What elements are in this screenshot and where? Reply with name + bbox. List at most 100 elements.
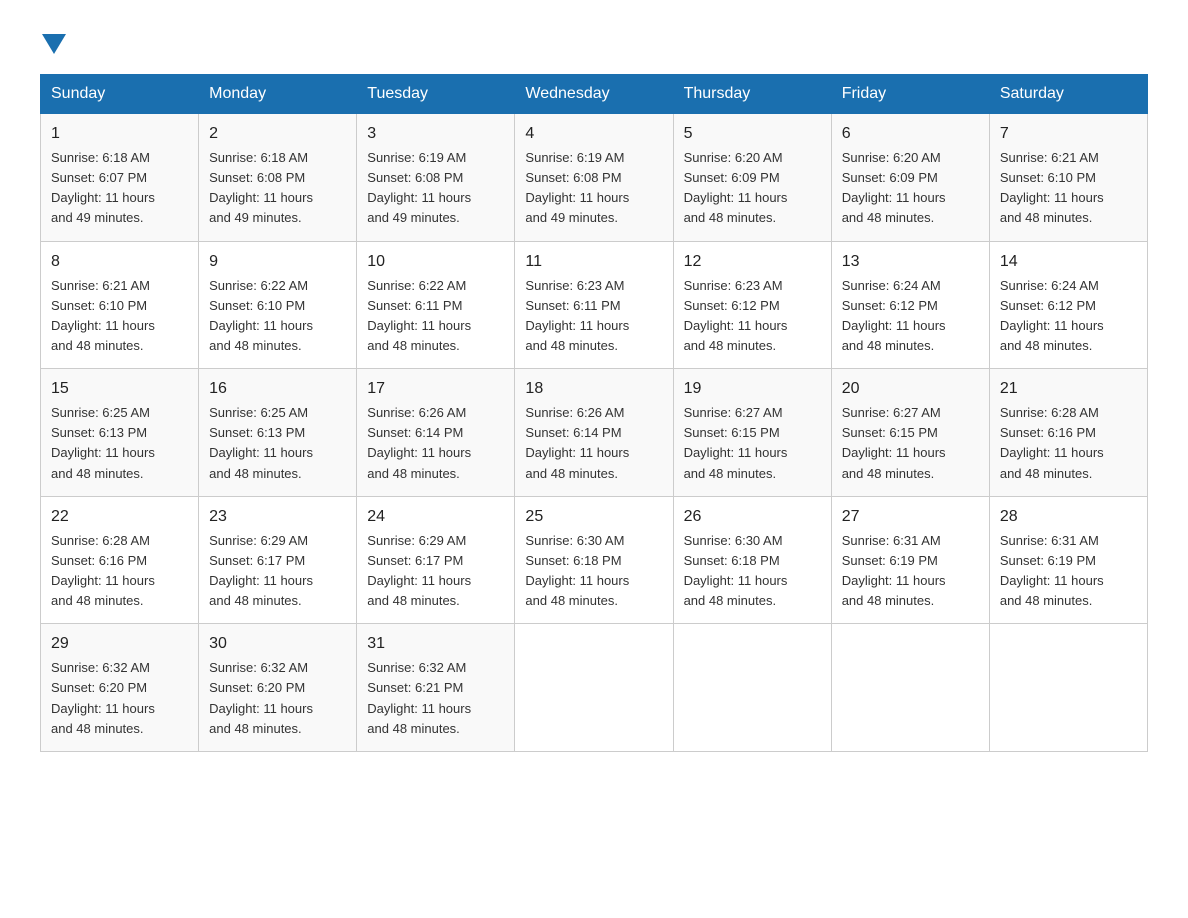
header-friday: Friday — [831, 75, 989, 114]
week-row-5: 29 Sunrise: 6:32 AMSunset: 6:20 PMDayligh… — [41, 624, 1148, 752]
day-info: Sunrise: 6:20 AMSunset: 6:09 PMDaylight:… — [684, 150, 788, 225]
day-number: 2 — [209, 122, 346, 146]
day-number: 26 — [684, 505, 821, 529]
day-info: Sunrise: 6:25 AMSunset: 6:13 PMDaylight:… — [209, 405, 313, 480]
calendar-cell: 22 Sunrise: 6:28 AMSunset: 6:16 PMDayligh… — [41, 496, 199, 624]
calendar-cell: 2 Sunrise: 6:18 AMSunset: 6:08 PMDaylight… — [199, 114, 357, 242]
header-saturday: Saturday — [989, 75, 1147, 114]
calendar-cell: 12 Sunrise: 6:23 AMSunset: 6:12 PMDayligh… — [673, 241, 831, 369]
day-info: Sunrise: 6:22 AMSunset: 6:10 PMDaylight:… — [209, 278, 313, 353]
day-info: Sunrise: 6:23 AMSunset: 6:12 PMDaylight:… — [684, 278, 788, 353]
day-number: 29 — [51, 632, 188, 656]
calendar-cell: 15 Sunrise: 6:25 AMSunset: 6:13 PMDayligh… — [41, 369, 199, 497]
calendar-cell: 18 Sunrise: 6:26 AMSunset: 6:14 PMDayligh… — [515, 369, 673, 497]
week-row-4: 22 Sunrise: 6:28 AMSunset: 6:16 PMDayligh… — [41, 496, 1148, 624]
day-info: Sunrise: 6:27 AMSunset: 6:15 PMDaylight:… — [684, 405, 788, 480]
day-info: Sunrise: 6:19 AMSunset: 6:08 PMDaylight:… — [367, 150, 471, 225]
calendar-cell — [989, 624, 1147, 752]
day-number: 7 — [1000, 122, 1137, 146]
calendar-cell: 28 Sunrise: 6:31 AMSunset: 6:19 PMDayligh… — [989, 496, 1147, 624]
calendar-cell: 1 Sunrise: 6:18 AMSunset: 6:07 PMDaylight… — [41, 114, 199, 242]
day-info: Sunrise: 6:28 AMSunset: 6:16 PMDaylight:… — [51, 533, 155, 608]
day-number: 3 — [367, 122, 504, 146]
calendar-cell: 9 Sunrise: 6:22 AMSunset: 6:10 PMDaylight… — [199, 241, 357, 369]
calendar-cell: 8Sunrise: 6:21 AMSunset: 6:10 PMDaylight… — [41, 241, 199, 369]
week-row-2: 8Sunrise: 6:21 AMSunset: 6:10 PMDaylight… — [41, 241, 1148, 369]
day-number: 12 — [684, 250, 821, 274]
day-info: Sunrise: 6:18 AMSunset: 6:07 PMDaylight:… — [51, 150, 155, 225]
day-info: Sunrise: 6:32 AMSunset: 6:20 PMDaylight:… — [51, 660, 155, 735]
header-row: SundayMondayTuesdayWednesdayThursdayFrid… — [41, 75, 1148, 114]
day-number: 5 — [684, 122, 821, 146]
calendar-cell: 29 Sunrise: 6:32 AMSunset: 6:20 PMDayligh… — [41, 624, 199, 752]
day-info: Sunrise: 6:31 AMSunset: 6:19 PMDaylight:… — [1000, 533, 1104, 608]
day-info: Sunrise: 6:30 AMSunset: 6:18 PMDaylight:… — [525, 533, 629, 608]
day-number: 16 — [209, 377, 346, 401]
calendar-table: SundayMondayTuesdayWednesdayThursdayFrid… — [40, 74, 1148, 752]
calendar-cell — [515, 624, 673, 752]
calendar-cell: 5 Sunrise: 6:20 AMSunset: 6:09 PMDaylight… — [673, 114, 831, 242]
day-info: Sunrise: 6:19 AMSunset: 6:08 PMDaylight:… — [525, 150, 629, 225]
day-info: Sunrise: 6:32 AMSunset: 6:20 PMDaylight:… — [209, 660, 313, 735]
day-number: 17 — [367, 377, 504, 401]
header-tuesday: Tuesday — [357, 75, 515, 114]
day-number: 27 — [842, 505, 979, 529]
calendar-cell: 10 Sunrise: 6:22 AMSunset: 6:11 PMDayligh… — [357, 241, 515, 369]
day-info: Sunrise: 6:25 AMSunset: 6:13 PMDaylight:… — [51, 405, 155, 480]
calendar-cell: 21Sunrise: 6:28 AMSunset: 6:16 PMDayligh… — [989, 369, 1147, 497]
header-thursday: Thursday — [673, 75, 831, 114]
day-number: 9 — [209, 250, 346, 274]
header-monday: Monday — [199, 75, 357, 114]
day-info: Sunrise: 6:26 AMSunset: 6:14 PMDaylight:… — [367, 405, 471, 480]
calendar-cell: 25Sunrise: 6:30 AMSunset: 6:18 PMDayligh… — [515, 496, 673, 624]
day-number: 10 — [367, 250, 504, 274]
day-info: Sunrise: 6:29 AMSunset: 6:17 PMDaylight:… — [367, 533, 471, 608]
calendar-cell: 26 Sunrise: 6:30 AMSunset: 6:18 PMDayligh… — [673, 496, 831, 624]
day-info: Sunrise: 6:27 AMSunset: 6:15 PMDaylight:… — [842, 405, 946, 480]
day-number: 1 — [51, 122, 188, 146]
day-info: Sunrise: 6:18 AMSunset: 6:08 PMDaylight:… — [209, 150, 313, 225]
day-info: Sunrise: 6:23 AMSunset: 6:11 PMDaylight:… — [525, 278, 629, 353]
day-info: Sunrise: 6:20 AMSunset: 6:09 PMDaylight:… — [842, 150, 946, 225]
header-wednesday: Wednesday — [515, 75, 673, 114]
day-info: Sunrise: 6:24 AMSunset: 6:12 PMDaylight:… — [842, 278, 946, 353]
calendar-cell: 27 Sunrise: 6:31 AMSunset: 6:19 PMDayligh… — [831, 496, 989, 624]
day-info: Sunrise: 6:28 AMSunset: 6:16 PMDaylight:… — [1000, 405, 1104, 480]
calendar-cell: 19Sunrise: 6:27 AMSunset: 6:15 PMDayligh… — [673, 369, 831, 497]
day-info: Sunrise: 6:22 AMSunset: 6:11 PMDaylight:… — [367, 278, 471, 353]
day-number: 15 — [51, 377, 188, 401]
week-row-1: 1 Sunrise: 6:18 AMSunset: 6:07 PMDaylight… — [41, 114, 1148, 242]
day-number: 23 — [209, 505, 346, 529]
day-number: 24 — [367, 505, 504, 529]
day-number: 20 — [842, 377, 979, 401]
week-row-3: 15 Sunrise: 6:25 AMSunset: 6:13 PMDayligh… — [41, 369, 1148, 497]
calendar-cell: 30Sunrise: 6:32 AMSunset: 6:20 PMDayligh… — [199, 624, 357, 752]
day-number: 28 — [1000, 505, 1137, 529]
calendar-cell: 11 Sunrise: 6:23 AMSunset: 6:11 PMDayligh… — [515, 241, 673, 369]
day-info: Sunrise: 6:31 AMSunset: 6:19 PMDaylight:… — [842, 533, 946, 608]
calendar-cell: 3 Sunrise: 6:19 AMSunset: 6:08 PMDaylight… — [357, 114, 515, 242]
day-info: Sunrise: 6:24 AMSunset: 6:12 PMDaylight:… — [1000, 278, 1104, 353]
day-number: 4 — [525, 122, 662, 146]
calendar-cell: 14 Sunrise: 6:24 AMSunset: 6:12 PMDayligh… — [989, 241, 1147, 369]
day-info: Sunrise: 6:32 AMSunset: 6:21 PMDaylight:… — [367, 660, 471, 735]
day-info: Sunrise: 6:30 AMSunset: 6:18 PMDaylight:… — [684, 533, 788, 608]
calendar-cell: 20 Sunrise: 6:27 AMSunset: 6:15 PMDayligh… — [831, 369, 989, 497]
calendar-cell — [673, 624, 831, 752]
day-info: Sunrise: 6:26 AMSunset: 6:14 PMDaylight:… — [525, 405, 629, 480]
calendar-cell: 6 Sunrise: 6:20 AMSunset: 6:09 PMDaylight… — [831, 114, 989, 242]
calendar-cell: 31 Sunrise: 6:32 AMSunset: 6:21 PMDayligh… — [357, 624, 515, 752]
calendar-cell: 13 Sunrise: 6:24 AMSunset: 6:12 PMDayligh… — [831, 241, 989, 369]
day-number: 13 — [842, 250, 979, 274]
day-number: 11 — [525, 250, 662, 274]
calendar-cell: 7Sunrise: 6:21 AMSunset: 6:10 PMDaylight… — [989, 114, 1147, 242]
day-number: 8 — [51, 250, 188, 274]
day-number: 6 — [842, 122, 979, 146]
day-info: Sunrise: 6:29 AMSunset: 6:17 PMDaylight:… — [209, 533, 313, 608]
calendar-cell: 24 Sunrise: 6:29 AMSunset: 6:17 PMDayligh… — [357, 496, 515, 624]
day-number: 14 — [1000, 250, 1137, 274]
day-number: 31 — [367, 632, 504, 656]
day-number: 18 — [525, 377, 662, 401]
day-number: 22 — [51, 505, 188, 529]
logo-triangle-icon — [42, 34, 66, 54]
